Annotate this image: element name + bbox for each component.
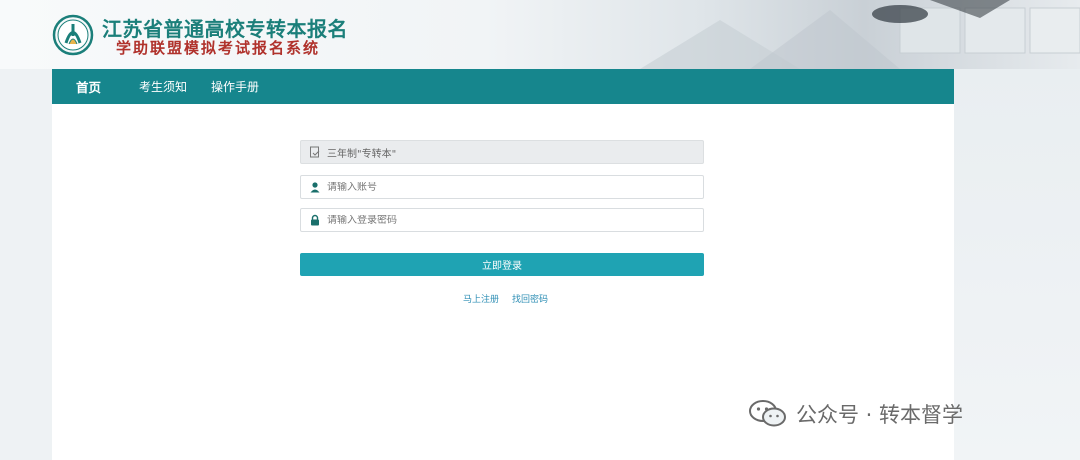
nav-item-home[interactable]: 首页 <box>76 77 101 96</box>
header-banner: 江苏省普通高校专转本报名 学助联盟模拟考试报名系统 <box>0 0 1080 69</box>
exam-type-value: 三年制"专转本" <box>327 148 397 160</box>
banner-decoration <box>640 0 1080 69</box>
login-button[interactable]: 立即登录 <box>300 253 704 276</box>
lock-icon <box>311 214 319 226</box>
watermark: 公众号 · 转本督学 <box>748 398 963 430</box>
exam-type-field: 三年制"专转本" <box>300 140 704 164</box>
nav-item-exam-notice[interactable]: 考生须知 <box>139 78 187 95</box>
account-field[interactable] <box>300 175 704 199</box>
site-subtitle: 学助联盟模拟考试报名系统 <box>116 39 321 57</box>
wechat-icon <box>749 400 786 427</box>
nav-bar: 首页 考生须知 操作手册 <box>52 69 954 104</box>
forgot-password-link[interactable]: 找回密码 <box>512 292 548 305</box>
register-link[interactable]: 马上注册 <box>463 292 499 305</box>
auth-links: 马上注册 找回密码 <box>463 292 548 305</box>
account-input[interactable] <box>327 181 687 193</box>
nav-item-manual[interactable]: 操作手册 <box>211 78 259 95</box>
background-fade <box>954 69 1080 460</box>
watermark-text: 公众号 · 转本督学 <box>796 403 964 427</box>
password-field[interactable] <box>300 208 704 232</box>
document-icon <box>310 146 320 158</box>
school-logo-icon <box>52 14 94 56</box>
user-icon <box>310 182 320 193</box>
password-input[interactable] <box>327 214 687 226</box>
